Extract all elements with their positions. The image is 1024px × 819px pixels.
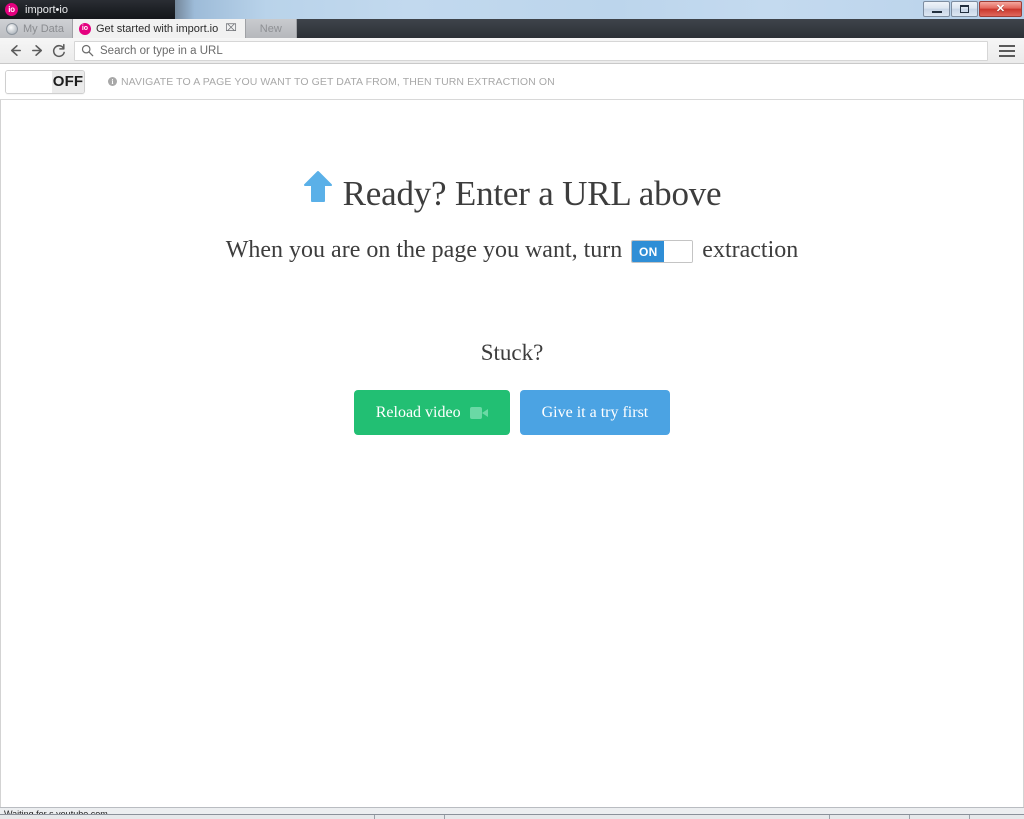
url-placeholder-text: Search or type in a URL bbox=[100, 44, 223, 57]
importio-logo-icon: io bbox=[5, 3, 18, 16]
reload-button[interactable] bbox=[48, 40, 70, 62]
extraction-hint-text: NAVIGATE TO A PAGE YOU WANT TO GET DATA … bbox=[121, 75, 555, 88]
hero-subtitle: When you are on the page you want, turn … bbox=[1, 237, 1023, 264]
title-bar-left: io import•io bbox=[0, 0, 175, 19]
taskbar-segment bbox=[830, 815, 910, 819]
menu-line bbox=[999, 54, 1015, 57]
menu-line bbox=[999, 49, 1015, 52]
give-it-a-try-first-button[interactable]: Give it a try first bbox=[519, 390, 671, 435]
tab-new[interactable]: New bbox=[245, 19, 297, 38]
subtitle-text-after: extraction bbox=[702, 237, 799, 263]
extraction-toggle[interactable]: OFF bbox=[5, 69, 85, 94]
extraction-toolbar: OFF i NAVIGATE TO A PAGE YOU WANT TO GET… bbox=[0, 64, 1024, 100]
title-bar: io import•io ✕ bbox=[0, 0, 1024, 19]
info-icon: i bbox=[108, 77, 117, 86]
stuck-label: Stuck? bbox=[480, 340, 544, 365]
window-controls: ✕ bbox=[922, 1, 1022, 17]
video-camera-icon bbox=[469, 406, 488, 419]
search-icon bbox=[81, 44, 94, 57]
url-bar[interactable]: Search or type in a URL bbox=[74, 40, 988, 61]
tab-get-started[interactable]: io Get started with import.io ⌧ bbox=[72, 19, 246, 38]
arrow-left-icon bbox=[10, 45, 21, 56]
navigation-toolbar: Search or type in a URL bbox=[0, 38, 1024, 64]
extraction-hint: i NAVIGATE TO A PAGE YOU WANT TO GET DAT… bbox=[108, 76, 555, 88]
maximize-icon bbox=[960, 5, 969, 13]
tab-label: New bbox=[259, 22, 282, 35]
menu-line bbox=[999, 44, 1015, 47]
hamburger-menu-icon[interactable] bbox=[994, 39, 1020, 63]
toggle-knob bbox=[6, 70, 52, 93]
inline-toggle-on-label: ON bbox=[632, 241, 665, 262]
minimize-icon bbox=[931, 10, 942, 13]
window-title: import•io bbox=[25, 3, 68, 16]
tab-my-data[interactable]: My Data bbox=[0, 19, 73, 38]
inline-extraction-toggle[interactable]: ON bbox=[631, 240, 694, 263]
try-first-label: Give it a try first bbox=[541, 403, 649, 421]
taskbar-segment bbox=[375, 815, 445, 819]
maximize-button[interactable] bbox=[951, 1, 978, 17]
close-window-button[interactable]: ✕ bbox=[979, 1, 1022, 17]
close-icon: ✕ bbox=[995, 2, 1006, 15]
page-content: Ready? Enter a URL above When you are on… bbox=[0, 100, 1024, 807]
browser-window: io import•io ✕ My Data io Get started wi… bbox=[0, 0, 1024, 819]
minimize-button[interactable] bbox=[923, 1, 950, 17]
cta-button-row: Reload video Give it a try first bbox=[1, 390, 1023, 435]
forward-button[interactable] bbox=[26, 40, 48, 62]
arrow-up-icon bbox=[303, 170, 333, 204]
toggle-state-label: OFF bbox=[52, 70, 84, 93]
importio-favicon-icon: io bbox=[78, 22, 91, 35]
taskbar-segment bbox=[910, 815, 970, 819]
hero-title-row: Ready? Enter a URL above bbox=[1, 170, 1023, 216]
tab-label: My Data bbox=[23, 22, 64, 35]
back-button[interactable] bbox=[4, 40, 26, 62]
reload-video-label: Reload video bbox=[375, 403, 461, 421]
arrow-right-icon bbox=[31, 45, 42, 56]
tab-close-icon[interactable]: ⌧ bbox=[225, 23, 237, 34]
tab-label: Get started with import.io bbox=[95, 22, 219, 35]
hero-section: Ready? Enter a URL above When you are on… bbox=[1, 170, 1023, 264]
subtitle-text-before: When you are on the page you want, turn bbox=[225, 237, 623, 263]
inline-toggle-knob bbox=[664, 241, 693, 262]
reload-icon bbox=[52, 43, 65, 57]
desktop-taskbar bbox=[0, 814, 1024, 819]
reload-video-button[interactable]: Reload video bbox=[353, 390, 510, 435]
page-title: Ready? Enter a URL above bbox=[342, 173, 722, 213]
taskbar-segment bbox=[445, 815, 830, 819]
globe-icon bbox=[6, 22, 18, 35]
taskbar-segment bbox=[0, 815, 375, 819]
tab-bar: My Data io Get started with import.io ⌧ … bbox=[0, 19, 1024, 38]
